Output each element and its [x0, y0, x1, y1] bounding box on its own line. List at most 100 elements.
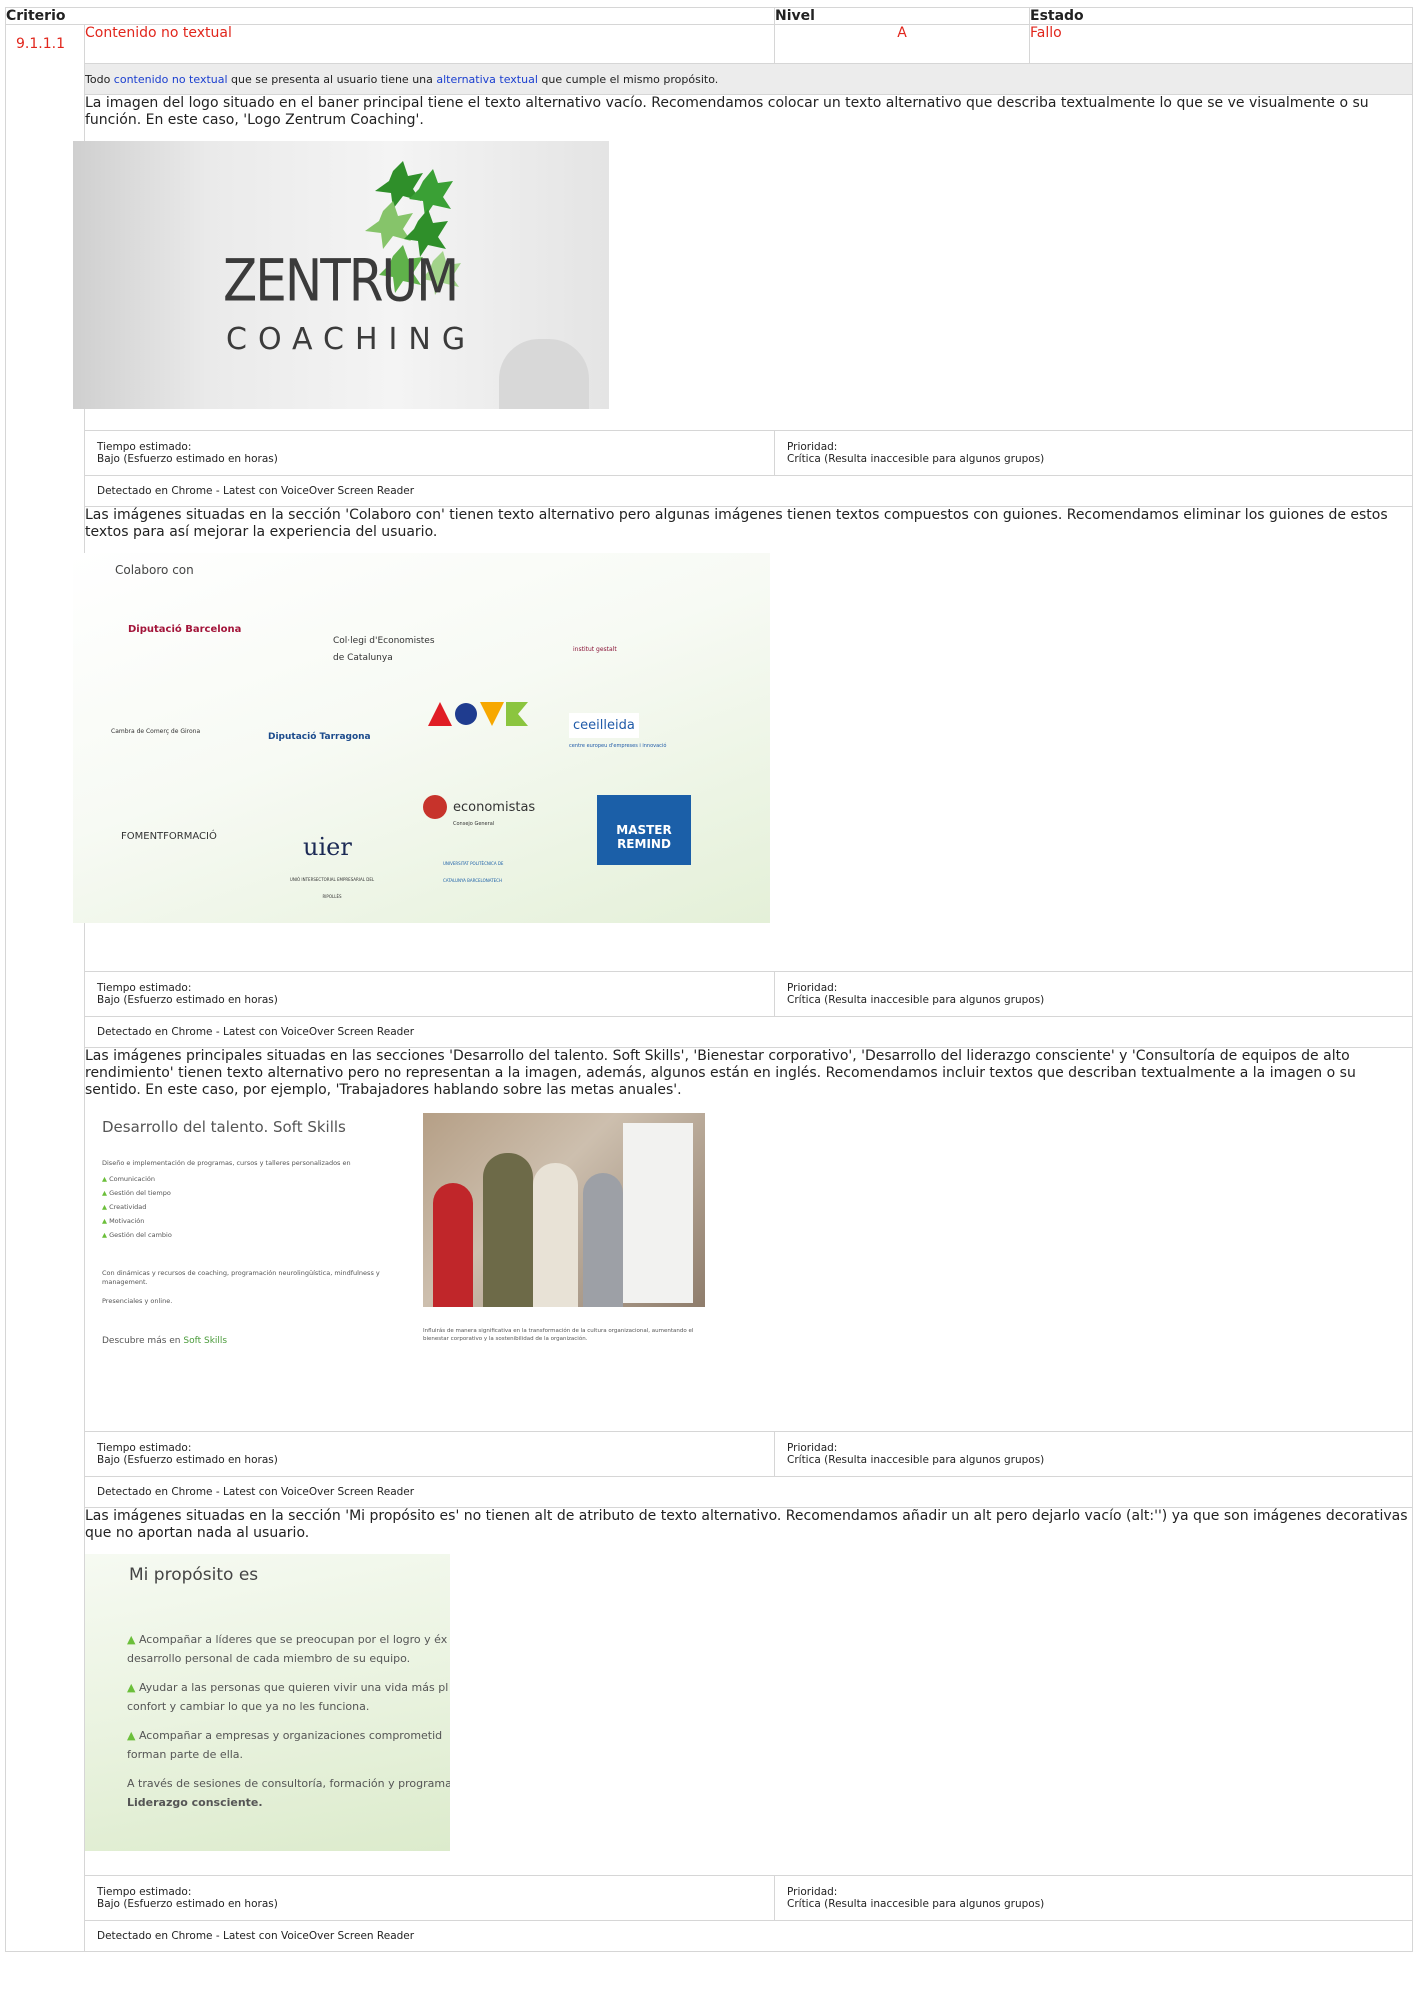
desarrollo-modes: Presenciales y online. [102, 1297, 173, 1305]
finding-2: Las imágenes situadas en la sección 'Col… [73, 506, 1413, 972]
logo-foment-formacio: FOMENTFORMACIÓ [121, 831, 217, 842]
logo-master-remind: MASTER REMIND [597, 795, 691, 865]
item-text: Motivación [109, 1217, 145, 1225]
soft-skills-link[interactable]: Soft Skills [183, 1336, 227, 1346]
desarrollo-screenshot: Desarrollo del talento. Soft Skills Dise… [85, 1111, 705, 1381]
proposito-line: ▲ Ayudar a las personas que quieren vivi… [127, 1681, 449, 1694]
priority-label: Prioridad: [787, 441, 838, 453]
finding-2-priority: Prioridad: Crítica (Resulta inaccesible p… [774, 971, 1413, 1017]
desarrollo-more: Descubre más en Soft Skills [102, 1337, 227, 1346]
time-value: Bajo (Esfuerzo estimado en horas) [97, 453, 278, 465]
logo-institut-gestalt: institut gestalt [573, 646, 617, 653]
priority-label: Prioridad: [787, 1442, 838, 1454]
header-criterio: Criterio [5, 7, 775, 25]
aovk-logo-icon [428, 702, 528, 726]
time-label: Tiempo estimado: [97, 982, 192, 994]
priority-value: Crítica (Resulta inaccesible para alguno… [787, 1898, 1045, 1910]
time-value: Bajo (Esfuerzo estimado en horas) [97, 994, 278, 1006]
logo-diputacio-tarragona: Diputació Tarragona [268, 732, 371, 742]
desarrollo-item: ▲ Creatividad [102, 1203, 147, 1211]
report-page: { "table": { "headers": ["Criterio", "Ni… [0, 0, 1415, 2006]
logo-economistas-sub: Consejo General [453, 821, 495, 827]
finding-2-time: Tiempo estimado: Bajo (Esfuerzo estimado … [84, 971, 775, 1017]
logo-ceeilleida-sub: centre europeu d'empreses i innovació [569, 743, 667, 749]
criteria-table: Criterio Nivel Estado 9.1.1.1 Contenido … [5, 7, 1413, 1952]
desarrollo-item: ▲ Motivación [102, 1217, 145, 1225]
time-label: Tiempo estimado: [97, 1442, 192, 1454]
header-nivel: Nivel [774, 7, 1030, 25]
finding-3-priority: Prioridad: Crítica (Resulta inaccesible p… [774, 1431, 1413, 1477]
finding-1-priority: Prioridad: Crítica (Resulta inaccesible p… [774, 430, 1413, 476]
finding-text: Las imágenes principales situadas en las… [85, 1048, 1356, 1098]
criterion-level: A [774, 24, 1030, 64]
item-text: Gestión del tiempo [109, 1189, 171, 1197]
coaching-title: COACHING [226, 322, 477, 357]
finding-3: Las imágenes principales situadas en las… [84, 1047, 1413, 1432]
finding-4-time: Tiempo estimado: Bajo (Esfuerzo estimado … [84, 1875, 775, 1921]
proposito-line: desarrollo personal de cada miembro de s… [127, 1652, 411, 1665]
logo-collegi-economistes: Col·legi d'Economistes de Catalunya [333, 636, 435, 663]
priority-label: Prioridad: [787, 1886, 838, 1898]
item-text: Gestión del cambio [109, 1231, 172, 1239]
priority-value: Crítica (Resulta inaccesible para alguno… [787, 1454, 1045, 1466]
finding-1: La imagen del logo situado en el baner p… [73, 94, 1413, 431]
criterion-status: Fallo [1029, 24, 1413, 64]
colaboro-screenshot: Colaboro con Diputació Barcelona Col·leg… [73, 553, 770, 923]
proposito-line: confort y cambiar lo que ya no les funci… [127, 1700, 370, 1713]
proposito-line: Liderazgo consciente. [127, 1796, 263, 1809]
link-alternativa-textual[interactable]: alternativa textual [436, 73, 538, 86]
finding-4-priority: Prioridad: Crítica (Resulta inaccesible p… [774, 1875, 1413, 1921]
line-text: Acompañar a empresas y organizaciones co… [138, 1729, 443, 1742]
finding-2-detected: Detectado en Chrome - Latest con VoiceOv… [84, 1016, 1413, 1048]
item-text: Creatividad [109, 1203, 147, 1211]
logo-upc: UNIVERSITAT POLITÈCNICA DE CATALUNYA BAR… [443, 861, 504, 883]
more-prefix: Descubre más en [102, 1336, 184, 1346]
time-label: Tiempo estimado: [97, 441, 192, 453]
desarrollo-heading: Desarrollo del talento. Soft Skills [102, 1118, 346, 1136]
desc-text: Todo [85, 72, 114, 86]
link-contenido-no-textual[interactable]: contenido no textual [114, 73, 228, 86]
proposito-line: ▲ Acompañar a líderes que se preocupan p… [127, 1633, 448, 1646]
finding-text: Las imágenes situadas en la sección 'Col… [85, 507, 1388, 540]
time-value: Bajo (Esfuerzo estimado en horas) [97, 1898, 278, 1910]
finding-4: Las imágenes situadas en la sección 'Mi … [84, 1507, 1413, 1876]
logo-diputacio-barcelona: Diputació Barcelona [128, 624, 242, 635]
desarrollo-caption: Influirás de manera significativa en la … [423, 1328, 694, 1342]
proposito-heading: Mi propósito es [129, 1565, 259, 1585]
remind-text: REMIND [617, 837, 671, 851]
master-text: MASTER [616, 823, 672, 837]
proposito-screenshot: Mi propósito es ▲ Acompañar a líderes qu… [85, 1554, 450, 1851]
time-value: Bajo (Esfuerzo estimado en horas) [97, 1454, 278, 1466]
header-estado: Estado [1029, 7, 1413, 25]
proposito-line: A través de sesiones de consultoría, for… [127, 1777, 450, 1790]
line-text: Ayudar a las personas que quieren vivir … [138, 1681, 449, 1694]
logo-uier: uier [303, 833, 352, 861]
finding-text: Las imágenes situadas en la sección 'Mi … [85, 1508, 1408, 1541]
logo-cambra-girona: Cambra de Comerç de Girona [111, 728, 201, 735]
desarrollo-para: Con dinámicas y recursos de coaching, pr… [102, 1269, 380, 1286]
colaboro-heading: Colaboro con [115, 563, 194, 577]
zentrum-logo-screenshot: ZENTRUM COACHING [73, 141, 609, 409]
logo-ceeilleida: ceeilleida [569, 713, 639, 738]
proposito-line: ▲ Acompañar a empresas y organizaciones … [127, 1729, 443, 1742]
finding-text: La imagen del logo situado en el baner p… [85, 95, 1369, 128]
logo-uier-sub: UNIÓ INTERSECTORIAL EMPRESARIAL DEL RIPO… [289, 877, 375, 899]
line-text: Acompañar a líderes que se preocupan por… [138, 1633, 448, 1646]
item-text: Comunicación [109, 1175, 156, 1183]
desc-text: que se presenta al usuario tiene una [227, 72, 437, 86]
finding-4-detected: Detectado en Chrome - Latest con VoiceOv… [84, 1920, 1413, 1952]
criterion-description: Todo contenido no textual que se present… [84, 63, 1413, 95]
priority-value: Crítica (Resulta inaccesible para alguno… [787, 994, 1045, 1006]
desarrollo-item: ▲ Gestión del tiempo [102, 1189, 171, 1197]
desc-text: que cumple el mismo propósito. [537, 72, 719, 86]
logo-economistas: economistas [453, 800, 536, 815]
desarrollo-intro: Diseño e implementación de programas, cu… [102, 1159, 351, 1167]
finding-3-detected: Detectado en Chrome - Latest con VoiceOv… [84, 1476, 1413, 1508]
zentrum-title: ZENTRUM [223, 247, 459, 315]
finding-1-time: Tiempo estimado: Bajo (Esfuerzo estimado … [84, 430, 775, 476]
desarrollo-item: ▲ Comunicación [102, 1175, 156, 1183]
priority-label: Prioridad: [787, 982, 838, 994]
desarrollo-item: ▲ Gestión del cambio [102, 1231, 172, 1239]
team-meeting-photo [423, 1113, 705, 1307]
priority-value: Crítica (Resulta inaccesible para alguno… [787, 453, 1045, 465]
